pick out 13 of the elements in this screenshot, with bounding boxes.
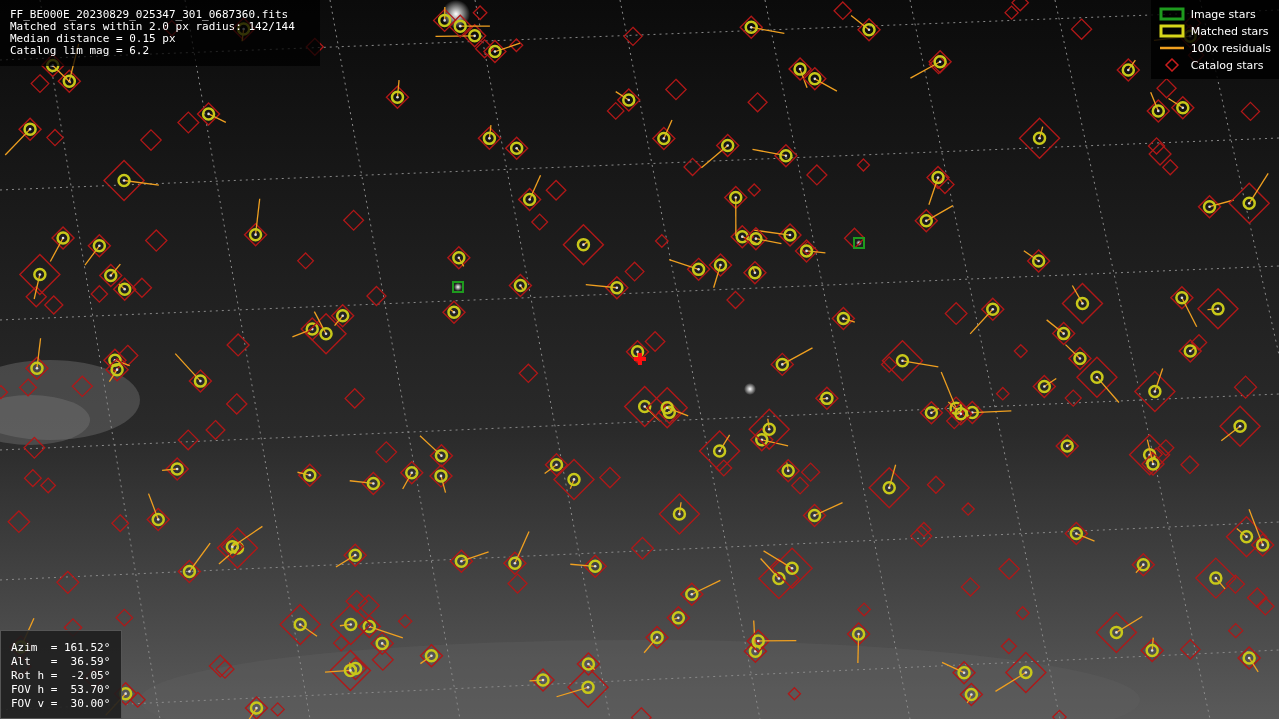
legend-label: Matched stars bbox=[1190, 24, 1269, 38]
pointing-text: FOV v = 30.00° bbox=[11, 697, 111, 711]
pointing-text: FOV h = 53.70° bbox=[11, 683, 111, 697]
legend-label: Catalog stars bbox=[1190, 58, 1264, 72]
legend-label: 100x residuals bbox=[1190, 41, 1271, 55]
info-text: Catalog lim mag = 6.2 bbox=[10, 45, 151, 57]
info-text: Matched stars within 2.0 px radius: 142/144 bbox=[10, 21, 296, 33]
pointing-text: Alt = 36.59° bbox=[11, 655, 111, 669]
pointing-text: Azim = 161.52° bbox=[11, 641, 111, 655]
info-text: FF_BE000E_20230829_025347_301_0687360.fits bbox=[10, 9, 290, 21]
legend-label: Image stars bbox=[1190, 7, 1256, 21]
info-text: Median distance = 0.15 px bbox=[10, 33, 177, 45]
pointing-text: Rot h = -2.05° bbox=[11, 669, 111, 683]
